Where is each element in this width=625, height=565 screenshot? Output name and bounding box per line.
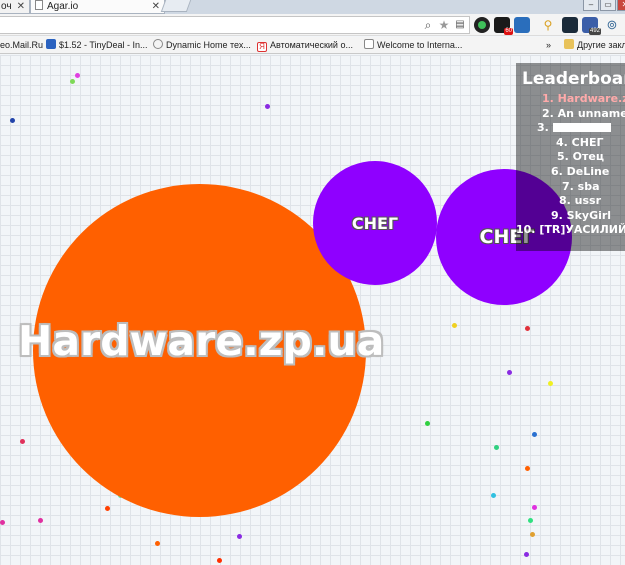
tab-label: Agar.io — [47, 1, 79, 12]
tab-strip: оч ✕ Agar.io ✕ – ▭ ✕ — [0, 0, 625, 14]
food-pellet — [532, 505, 537, 510]
food-pellet — [237, 534, 242, 539]
food-pellet — [70, 79, 75, 84]
new-tab-button[interactable] — [160, 0, 192, 12]
food-pellet — [265, 104, 270, 109]
leaderboard-entry: 8. ussr — [559, 194, 602, 208]
leaderboard-entry: 2. An unnamed cell — [542, 106, 625, 120]
zoom-icon[interactable]: ⌕ — [420, 17, 436, 33]
close-icon[interactable]: ✕ — [152, 0, 160, 13]
leaderboard-title: Leaderboard — [522, 69, 625, 89]
page-icon — [35, 0, 43, 10]
player-name-label: Hardware.zp.ua — [18, 317, 385, 365]
minimize-button[interactable]: – — [583, 0, 599, 11]
food-pellet — [525, 466, 530, 471]
bookmark-label: Другие закл — [577, 40, 625, 50]
game-canvas[interactable]: СНЕГ СНЕГ Hardware.zp.ua Leaderboard 1. … — [0, 55, 625, 565]
food-pellet — [425, 421, 430, 426]
extension-camera-icon[interactable] — [474, 17, 490, 33]
bookmark-label: Welcome to Interna... — [377, 40, 463, 50]
food-pellet — [452, 323, 457, 328]
badge-count: 60 — [504, 28, 513, 35]
extension-terminal-icon[interactable] — [562, 17, 578, 33]
tab-label: оч — [1, 1, 12, 12]
extension-badge-icon[interactable]: 60 — [494, 17, 513, 35]
bookmark-item[interactable]: $1.52 - TinyDeal - In... — [46, 39, 148, 52]
leaderboard-list: 1. Hardware.zp.ua 2. An unnamed cell 3. … — [516, 89, 625, 238]
maximize-button[interactable]: ▭ — [600, 0, 616, 11]
bookmark-item[interactable]: eo.Mail.Ru — [0, 39, 43, 52]
enemy-cell: СНЕГ — [313, 161, 437, 285]
leaderboard-entry: 7. sba — [562, 179, 600, 193]
food-pellet — [217, 558, 222, 563]
food-pellet — [105, 506, 110, 511]
entry-rank: 3. — [537, 121, 549, 135]
tab-agario[interactable]: Agar.io ✕ — [30, 0, 165, 14]
food-pellet — [155, 541, 160, 546]
food-pellet — [528, 518, 533, 523]
leaderboard-entry: 6. DeLine — [551, 164, 610, 178]
food-pellet — [532, 432, 537, 437]
bookmark-label: Dynamic Home тех... — [166, 40, 251, 50]
toolbar: ⌕ ★ ▤ 60 ⚲ 492 ⊚ — [0, 14, 625, 36]
bookmark-item[interactable]: Я Автоматический о... — [257, 39, 353, 52]
food-pellet — [530, 532, 535, 537]
leaderboard-panel: Leaderboard 1. Hardware.zp.ua 2. An unna… — [516, 63, 625, 251]
food-pellet — [548, 381, 553, 386]
bookmarks-bar: eo.Mail.Ru $1.52 - TinyDeal - In... Dyna… — [0, 37, 625, 54]
bookmark-label: Автоматический о... — [270, 40, 353, 50]
food-pellet — [525, 326, 530, 331]
cell-name-label: СНЕГ — [351, 213, 399, 233]
food-pellet — [524, 552, 529, 557]
food-pellet — [507, 370, 512, 375]
extension-blue-icon[interactable] — [514, 17, 530, 33]
page-action-icon[interactable]: ▤ — [452, 17, 468, 33]
food-pellet — [10, 118, 15, 123]
bookmark-item[interactable]: Welcome to Interna... — [364, 39, 462, 52]
leaderboard-entry: 4. СНЕГ — [556, 135, 604, 149]
bookmark-label: $1.52 - TinyDeal - In... — [59, 40, 148, 50]
close-window-button[interactable]: ✕ — [617, 0, 625, 11]
address-bar[interactable] — [0, 16, 470, 34]
food-pellet — [20, 439, 25, 444]
leaderboard-entry: 3. — [516, 121, 625, 136]
leaderboard-entry: 10. [TR]УАСИЛИЙ — [516, 223, 625, 237]
tab-previous[interactable]: оч ✕ — [0, 0, 30, 14]
food-pellet — [0, 520, 5, 525]
bookmark-label: eo.Mail.Ru — [0, 40, 44, 50]
tinydeal-icon — [46, 39, 56, 49]
folder-icon — [564, 39, 574, 49]
yandex-icon: Я — [257, 42, 267, 52]
close-icon[interactable]: ✕ — [17, 0, 25, 13]
food-pellet — [491, 493, 496, 498]
extension-shield-icon[interactable]: ⊚ — [604, 17, 620, 33]
pin-icon[interactable]: ⚲ — [540, 17, 556, 33]
clock-icon — [153, 39, 163, 49]
other-bookmarks-folder[interactable]: Другие закл — [564, 39, 625, 52]
bookmark-item[interactable]: Dynamic Home тех... — [153, 39, 251, 52]
food-pellet — [38, 518, 43, 523]
badge-count: 492 — [588, 28, 601, 35]
food-pellet — [494, 445, 499, 450]
leaderboard-entry: 1. Hardware.zp.ua — [542, 92, 625, 105]
bookmarks-overflow-button[interactable]: » — [546, 39, 551, 52]
food-pellet — [75, 73, 80, 78]
redacted-name — [552, 123, 611, 133]
star-icon[interactable]: ★ — [436, 17, 452, 33]
leaderboard-entry: 9. SkyGirl — [551, 208, 612, 222]
extension-chart-icon[interactable]: 492 — [582, 17, 601, 35]
page-icon — [364, 39, 374, 49]
leaderboard-entry: 5. Отец — [557, 150, 605, 164]
